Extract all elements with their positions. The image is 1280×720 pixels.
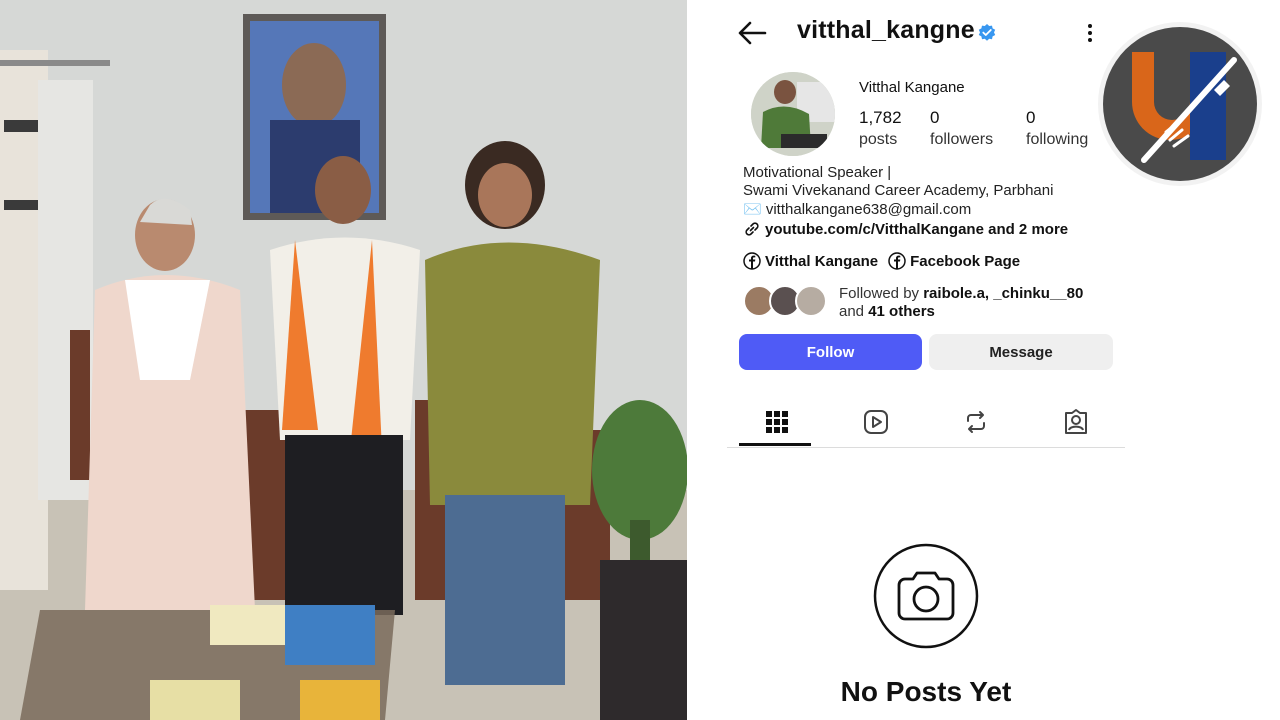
posts-label: posts (859, 131, 898, 148)
bio-link-text: youtube.com/c/VitthalKangane and 2 more (765, 220, 1069, 238)
followed-by-names: raibole.a, _chinku__80 (923, 285, 1084, 302)
profile-avatar[interactable] (751, 72, 835, 156)
channel-logo-icon (1098, 22, 1262, 186)
followers-count: 0 (930, 108, 940, 127)
followed-by-text[interactable]: Followed by raibole.a, _chinku__80 and 4… (839, 285, 1083, 321)
posts-count: 1,782 (859, 108, 902, 127)
grid-icon[interactable] (763, 408, 791, 436)
bio-email: ✉️ vitthalkangane638@gmail.com (743, 201, 972, 218)
profile-tabs (727, 398, 1125, 448)
facebook-icon (743, 252, 761, 270)
facebook-link-personal[interactable]: Vitthal Kangane (743, 252, 878, 270)
mutual-followers-avatars[interactable] (743, 285, 833, 319)
followed-by-prefix: Followed by (839, 285, 924, 302)
photo-illustration (0, 0, 687, 720)
message-button[interactable]: Message (929, 334, 1113, 370)
facebook-icon (888, 252, 906, 270)
verified-badge-icon (978, 24, 996, 41)
back-arrow-icon[interactable] (737, 20, 767, 46)
profile-display-name: Vitthal Kangane (859, 79, 965, 96)
active-tab-indicator (739, 443, 811, 446)
facebook-links: Vitthal Kangane Facebook Page (743, 252, 1020, 270)
followed-by-others: 41 others (868, 303, 935, 320)
reposts-icon[interactable] (962, 408, 990, 436)
followers-label: followers (930, 131, 994, 148)
tagged-icon[interactable] (1062, 408, 1090, 436)
followed-by-and: and (839, 303, 869, 320)
following-stat[interactable]: 0 following (1026, 108, 1088, 149)
mutual-follower-avatar (795, 285, 827, 317)
bio-line-2: Swami Vivekanand Career Academy, Parbhan… (743, 182, 1054, 199)
bio-line-1: Motivational Speaker | (743, 164, 892, 181)
profile-username: vitthal_kangne (797, 16, 975, 44)
link-icon (745, 222, 759, 236)
follow-button[interactable]: Follow (739, 334, 922, 370)
avatar-photo (751, 72, 835, 156)
reels-icon[interactable] (862, 408, 890, 436)
followers-stat[interactable]: 0 followers (930, 108, 993, 149)
empty-state-title: No Posts Yet (840, 676, 1012, 707)
posts-stat[interactable]: 1,782 posts (859, 108, 902, 149)
facebook-link-page[interactable]: Facebook Page (888, 252, 1020, 270)
bio-external-link[interactable]: youtube.com/c/VitthalKangane and 2 more (743, 220, 1068, 238)
following-label: following (1026, 131, 1089, 148)
facebook-link-personal-label: Vitthal Kangane (765, 252, 879, 270)
camera-icon (873, 543, 979, 649)
facebook-link-page-label: Facebook Page (910, 252, 1021, 270)
following-count: 0 (1026, 108, 1036, 127)
news-photo (0, 0, 687, 720)
